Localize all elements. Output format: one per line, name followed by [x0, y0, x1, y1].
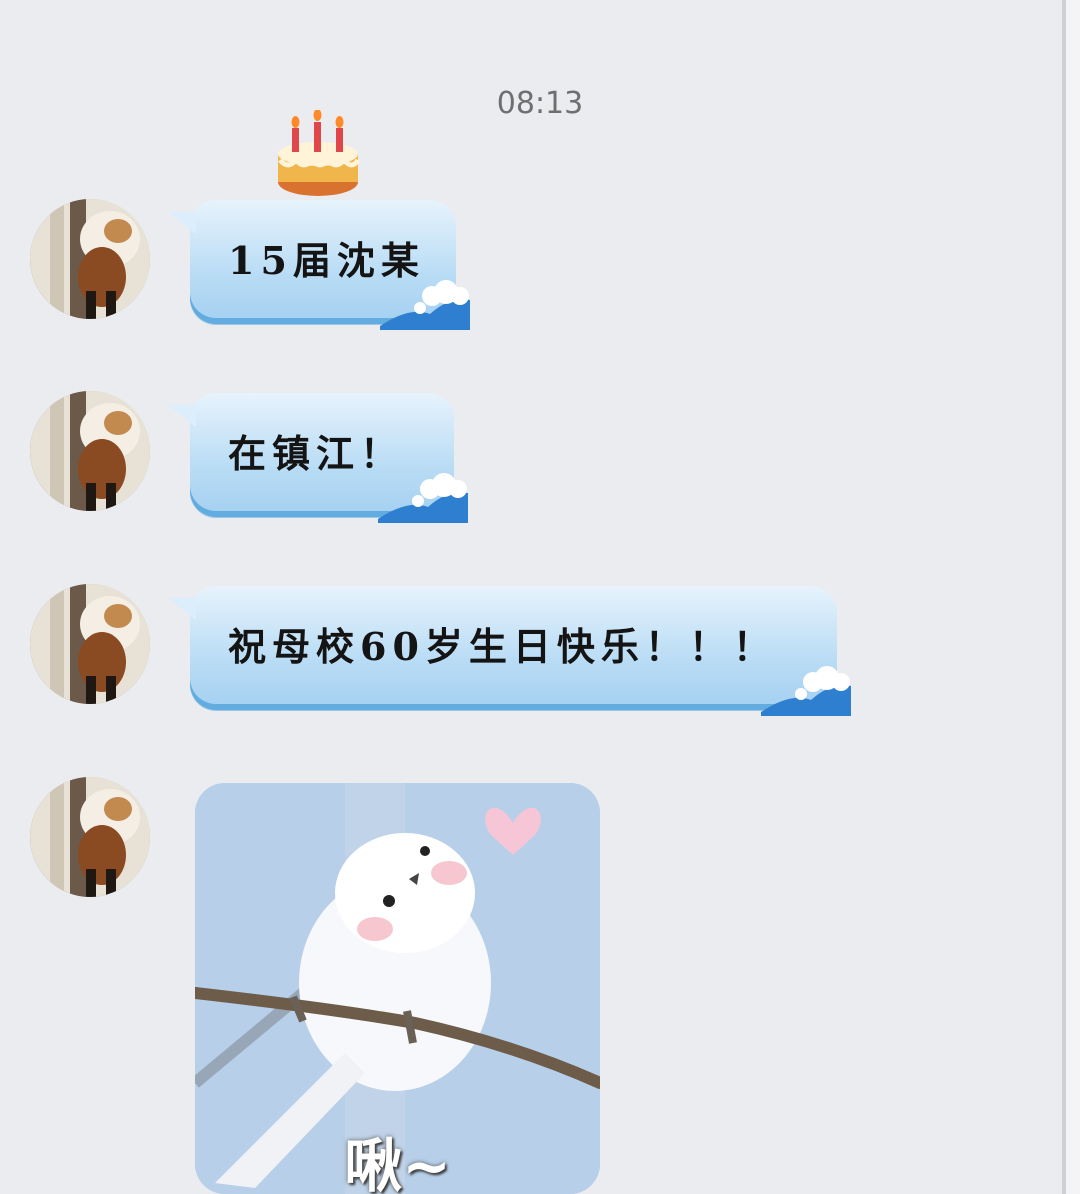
- wave-icon: [378, 473, 468, 523]
- avatar[interactable]: [30, 391, 150, 511]
- sticker-caption: 啾~: [344, 1132, 451, 1194]
- message-text: 祝母校60岁生日快乐！！！: [228, 624, 777, 669]
- message-bubble[interactable]: 在镇江！: [168, 393, 468, 523]
- avatar[interactable]: [30, 199, 150, 319]
- cake-icon: [274, 109, 362, 200]
- wave-icon: [761, 666, 851, 716]
- message-bubble[interactable]: 15届沈某: [168, 200, 470, 330]
- avatar[interactable]: [30, 584, 150, 704]
- scrollbar[interactable]: [1062, 0, 1080, 1194]
- sticker-image[interactable]: 啾~: [195, 783, 600, 1194]
- message-timestamp: 08:13: [496, 86, 584, 121]
- wave-icon: [380, 280, 470, 330]
- chat-area[interactable]: 08:13 15届沈某 在镇江！ 祝母校60岁生日快乐！！！ 啾~: [0, 0, 1062, 1194]
- avatar[interactable]: [30, 777, 150, 897]
- message-bubble[interactable]: 祝母校60岁生日快乐！！！: [168, 586, 851, 716]
